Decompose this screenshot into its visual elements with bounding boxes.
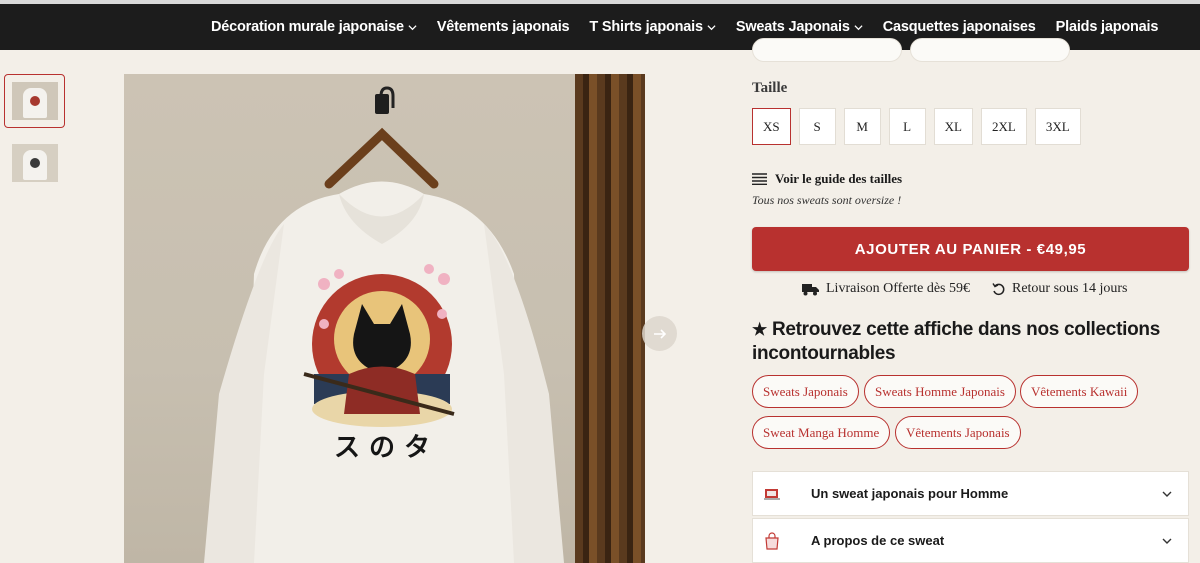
size-option-m[interactable]: M (843, 108, 881, 145)
accordion-label: Un sweat japonais pour Homme (811, 486, 1009, 501)
size-option-l[interactable]: L (888, 108, 926, 145)
nav-item-label: Plaids japonais (1055, 19, 1159, 35)
truck-icon (802, 283, 819, 295)
free-shipping: Livraison Offerte dès 59€ (802, 281, 970, 297)
returns-label: Retour sous 14 jours (1011, 281, 1128, 296)
svg-text:ス の タ: ス の タ (334, 433, 430, 463)
nav-item-sweats[interactable]: Sweats Japonais (736, 19, 863, 35)
chevron-down-icon (1162, 538, 1172, 544)
shirt-icon (764, 488, 780, 499)
collection-tag[interactable]: Sweats Japonais (752, 375, 859, 408)
size-guide-label: Voir le guide des tailles (775, 171, 903, 186)
chevron-down-icon (1162, 491, 1172, 497)
nav-item-decoration-murale[interactable]: Décoration murale japonaise (211, 19, 417, 35)
collections-title: Retrouvez cette affiche dans nos collect… (752, 319, 1160, 364)
thumbnail-1[interactable] (4, 74, 65, 128)
collection-tag[interactable]: Vêtements Japonais (895, 416, 1021, 449)
collection-tag[interactable]: Sweat Manga Homme (752, 416, 891, 449)
nav-item-label: Décoration murale japonaise (211, 19, 404, 35)
nav-item-label: Sweats Japonais (735, 19, 850, 35)
collection-tag[interactable]: Vêtements Kawaii (1020, 375, 1139, 408)
accordion-label: A propos de ce sweat (811, 533, 945, 548)
free-shipping-label: Livraison Offerte dès 59€ (826, 281, 970, 296)
accordion-sweat-homme[interactable]: Un sweat japonais pour Homme (752, 471, 1189, 516)
product-main-image: ス の タ (124, 74, 645, 563)
hoodie-illustration: ス の タ (204, 86, 564, 563)
list-icon (752, 173, 767, 185)
returns: Retour sous 14 jours (992, 281, 1128, 297)
nav-item-vetements[interactable]: Vêtements japonais (437, 19, 570, 35)
main-menu: Décoration murale japonaise Vêtements ja… (211, 19, 1158, 35)
star-icon: ★ (752, 320, 767, 339)
return-icon (992, 282, 1005, 295)
collection-tag[interactable]: Sweats Homme Japonais (864, 375, 1016, 408)
size-guide-link[interactable]: Voir le guide des tailles (752, 171, 902, 187)
collections-heading: ★ Retrouvez cette affiche dans nos colle… (752, 318, 1192, 366)
accordion-a-propos[interactable]: A propos de ce sweat (752, 518, 1189, 563)
thumbnail-print-shape (29, 158, 40, 168)
shopping-bag-icon (765, 531, 779, 550)
thumbnail-print-shape (29, 96, 40, 106)
chevron-down-icon (707, 24, 716, 30)
size-selector: XS S M L XL 2XL 3XL (752, 108, 1081, 145)
chevron-down-icon (854, 24, 863, 30)
size-option-xl[interactable]: XL (933, 108, 973, 145)
shipping-info: Livraison Offerte dès 59€ Retour sous 14… (802, 281, 1127, 297)
thumbnail-image (11, 144, 58, 182)
next-image-button[interactable] (642, 316, 677, 351)
size-label: Taille (752, 80, 788, 96)
size-option-xs[interactable]: XS (752, 108, 791, 145)
oversize-note: Tous nos sweats sont oversize ! (752, 193, 902, 207)
add-to-cart-button[interactable]: AJOUTER AU PANIER - €49,95 (752, 227, 1189, 271)
nav-item-label: Vêtements japonais (436, 19, 570, 35)
size-option-2xl[interactable]: 2XL (980, 108, 1027, 145)
nav-item-tshirts[interactable]: T Shirts japonais (589, 19, 716, 35)
feature-badge (910, 38, 1070, 62)
nav-item-label: Casquettes japonaises (882, 19, 1036, 35)
nav-item-plaids[interactable]: Plaids japonais (1056, 19, 1159, 35)
chevron-down-icon (408, 24, 417, 30)
nav-item-label: T Shirts japonais (589, 19, 703, 35)
nav-item-casquettes[interactable]: Casquettes japonaises (883, 19, 1036, 35)
feature-badge (752, 38, 902, 62)
arrow-right-icon (653, 328, 666, 339)
size-option-s[interactable]: S (798, 108, 836, 145)
thumbnail-2[interactable] (4, 136, 65, 190)
thumbnail-image (11, 82, 58, 120)
size-option-3xl[interactable]: 3XL (1034, 108, 1081, 145)
